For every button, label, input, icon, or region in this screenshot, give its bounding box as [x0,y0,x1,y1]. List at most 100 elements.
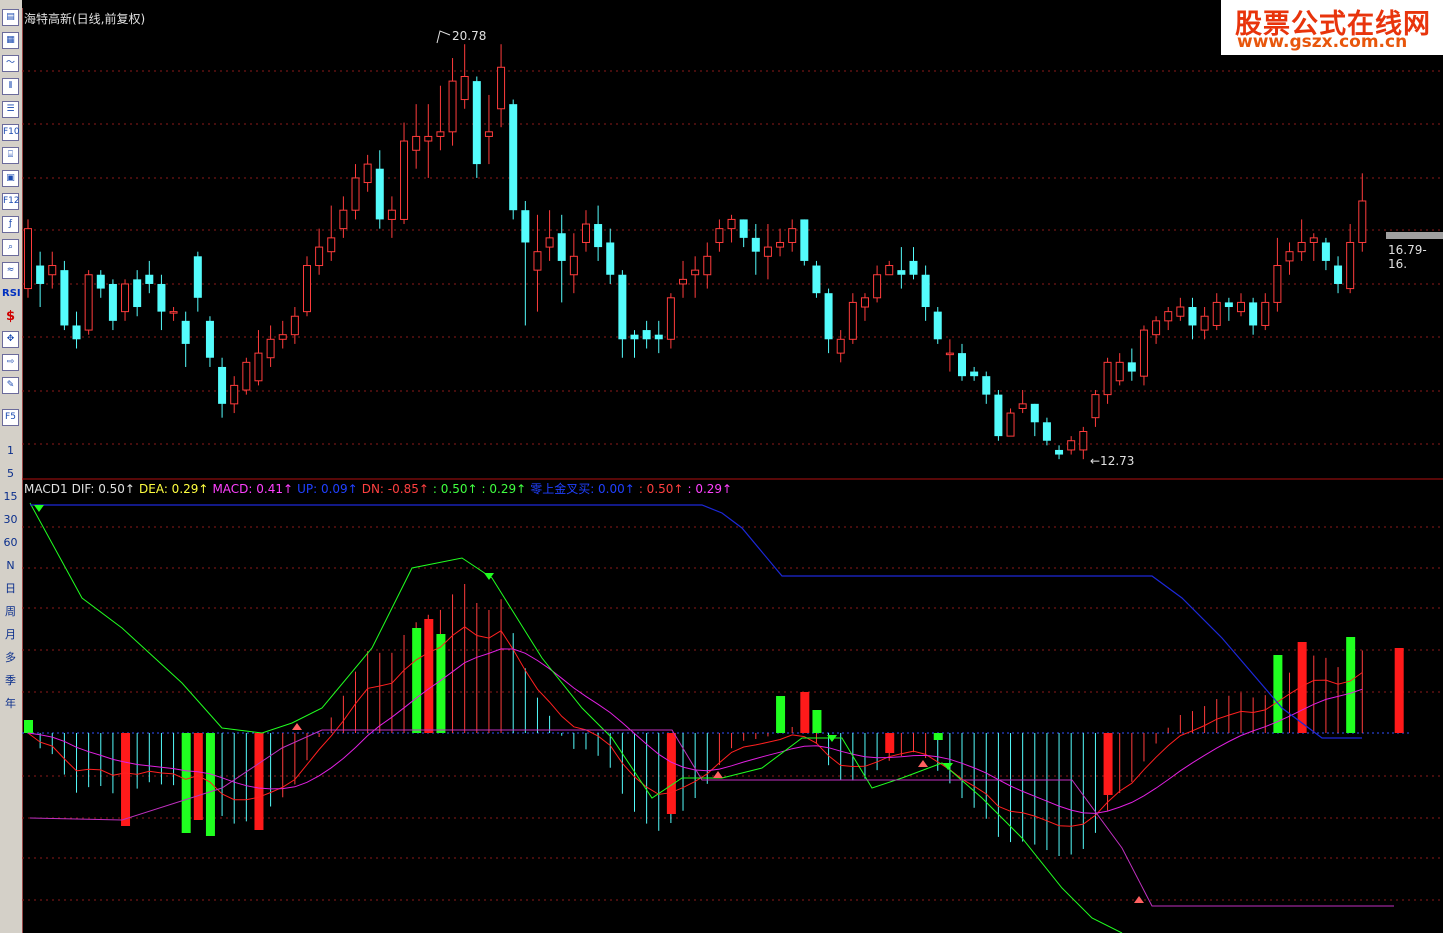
period-1[interactable]: 5 [2,465,19,482]
f5-icon[interactable]: F5 [2,409,19,426]
candle-body [897,270,906,275]
candle-body [1285,251,1294,262]
candle-body [472,81,481,165]
candle-body [1103,361,1112,396]
candle-body [581,223,590,243]
macd-bar [1394,648,1404,733]
high-price-label: 20.78 [452,29,487,43]
candle-body [497,66,506,110]
candle-body [970,371,979,377]
move-icon[interactable]: ✥ [2,331,19,348]
candle-body [618,274,627,340]
pen-icon[interactable]: ✎ [2,377,19,394]
candle-body [630,334,639,340]
candle-body [691,269,700,276]
money-icon[interactable]: $ [2,308,19,325]
candle-body [994,394,1003,437]
candle-body [679,278,688,285]
candle-body [484,131,493,137]
period-6[interactable]: 日 [2,580,19,597]
candle-body [36,265,45,284]
f12-icon[interactable]: F12 [2,193,20,210]
candle-body [666,297,675,340]
period-0[interactable]: 1 [2,442,19,459]
table-icon[interactable]: ▦ [2,32,19,49]
list-icon[interactable]: ☰ [2,101,19,118]
candle-body [1273,265,1282,303]
candle-body [848,301,857,340]
candle-body [1030,403,1039,423]
candle-body [557,233,566,261]
legend-item-3: MACD: 0.41↑ [212,482,294,496]
candle-body [60,270,69,326]
high-marker [436,30,451,44]
macd-bar [1346,637,1356,733]
legend-item-4: UP: 0.09↑ [297,482,358,496]
signal-arrow-up [918,760,928,767]
candle-body [436,131,445,137]
legend-item-5: DN: -0.85↑ [361,482,429,496]
search-icon[interactable]: ⌕ [2,239,19,256]
candle-body [1309,237,1318,243]
period-4[interactable]: 60 [2,534,19,551]
candle-body [1139,329,1148,377]
period-2[interactable]: 15 [2,488,19,505]
period-3[interactable]: 30 [2,511,19,528]
candle-body [1055,449,1064,455]
candle-body [387,209,396,220]
period-7[interactable]: 周 [2,603,19,620]
candle-body [1321,242,1330,261]
candle-body [1188,307,1197,326]
period-10[interactable]: 季 [2,672,19,689]
candle-body [521,210,530,243]
candle-body [945,352,954,356]
macd-bar [181,733,191,833]
candle-body [302,265,311,313]
candle-body [424,135,433,142]
signal-arrow-down [34,505,44,512]
candle-body [205,320,214,358]
candle-body [1127,362,1136,372]
candle-body [812,265,821,294]
up-band-line [30,504,1362,739]
line-icon[interactable]: 〜 [2,55,19,72]
legend-item-10: : 0.29↑ [687,482,733,496]
period-8[interactable]: 月 [2,626,19,643]
macd-bar [121,733,131,826]
candle-body [1164,311,1173,322]
macd-bar [812,710,822,733]
indicator-icon[interactable]: ≈ [2,262,19,279]
candle-body [1334,265,1343,284]
candle-body [145,274,154,284]
period-11[interactable]: 年 [2,695,19,712]
f10-icon[interactable]: F10 [2,124,20,141]
chart-icon[interactable]: ▤ [2,9,19,26]
period-9[interactable]: 多 [2,649,19,666]
candle-body [375,168,384,220]
price-tag: 16.79-16. [1388,243,1427,271]
export-icon[interactable]: ⇨ [2,354,19,371]
macd-bar [24,720,33,733]
candle-icon[interactable]: ⫴ [2,78,19,95]
menu-bar [22,0,1222,8]
candle-body [290,315,299,336]
tree-icon[interactable]: ⌸ [2,147,19,164]
candle-body [230,384,239,405]
candle-body [982,376,991,395]
period-5[interactable]: N [2,557,19,574]
rsi-icon[interactable]: RSI [2,285,21,302]
macd-bar [776,696,786,733]
macd-bar [666,733,676,814]
candle-body [242,361,251,391]
candle-body [1091,394,1100,419]
candle-body [460,75,469,101]
candle-body [703,255,712,276]
left-toolbar: ▤ ▦ 〜 ⫴ ☰ F10 ⌸ ▣ F12 ƒ ⌕ ≈ RSI $ ✥ ⇨ ✎ F5 1 5 15 30 60 N 日周月多季年 [0,0,23,933]
formula-icon[interactable]: ƒ [2,216,19,233]
candle-body [254,352,263,382]
note-icon[interactable]: ▣ [2,170,19,187]
candle-body [909,260,918,275]
candle-body [48,265,57,276]
candle-body [873,274,882,299]
candle-body [1212,301,1221,326]
